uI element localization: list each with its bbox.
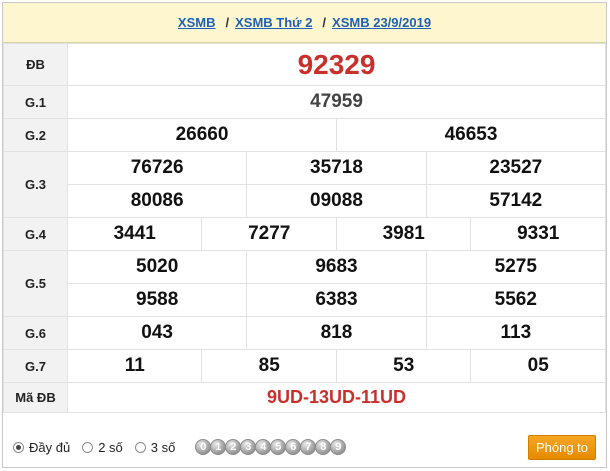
breadcrumb-separator: /	[322, 15, 327, 30]
prize-g5-value: 6383	[246, 283, 427, 317]
label-g2: G.2	[3, 118, 68, 152]
prize-g5-value: 5275	[425, 250, 607, 284]
row-g7: G.7 11 85 53 05	[3, 349, 606, 383]
digit-ball-6[interactable]: 6	[285, 439, 302, 455]
breadcrumb-xsmb[interactable]: XSMB	[178, 15, 216, 30]
radio-dot-icon	[13, 441, 24, 453]
prize-g4-value: 7277	[201, 217, 337, 251]
row-g2: G.2 26660 46653	[3, 118, 607, 152]
row-g3-b: 80086 09088 57142	[4, 184, 607, 218]
prize-g3-value: 57142	[425, 184, 607, 218]
prize-g3-value: 35718	[246, 151, 427, 185]
radio-label: 2 số	[98, 439, 123, 455]
prize-g3-value: 09088	[246, 184, 427, 218]
prize-g6-value: 043	[66, 316, 248, 350]
digit-ball-5[interactable]: 5	[270, 439, 287, 455]
digit-filter: 0 1 2 3 4 5 6 7 8 9	[195, 439, 347, 455]
prize-special-value: 92329	[67, 43, 606, 86]
prize-g7-value: 05	[470, 349, 606, 383]
radio-dot-icon	[82, 441, 94, 453]
digit-ball-4[interactable]: 4	[255, 439, 272, 455]
radio-label: Đầy đủ	[29, 439, 71, 455]
prize-g7-value: 53	[335, 349, 472, 383]
row-madb: Mã ĐB 9UD-13UD-11UD	[3, 382, 606, 413]
prize-g3-value: 80086	[66, 184, 248, 218]
label-g4: G.4	[3, 217, 68, 251]
prize-g7-value: 85	[201, 349, 337, 383]
label-g3: G.3	[3, 151, 68, 218]
display-options-bar: Đầy đủ 2 số 3 số 0 1 2 3 4 5 6 7 8 9 Phó…	[3, 427, 606, 467]
lottery-results-widget: XSMB / XSMB Thứ 2 / XSMB 23/9/2019 ĐB 92…	[2, 2, 607, 468]
label-madb: Mã ĐB	[3, 382, 68, 413]
radio-3-digits[interactable]: 3 số	[134, 439, 176, 455]
row-g5-a: G.5 5020 9683 5275	[3, 250, 607, 317]
radio-2-digits[interactable]: 2 số	[82, 440, 123, 455]
prize-g6-value: 113	[425, 316, 607, 350]
breadcrumb-xsmb-monday[interactable]: XSMB Thứ 2	[235, 15, 312, 30]
prize-g1-value: 47959	[67, 85, 606, 119]
row-g5-b: 9588 6383 5562	[4, 283, 607, 317]
special-code-value: 9UD-13UD-11UD	[67, 382, 606, 413]
prize-g2-value: 26660	[67, 118, 337, 152]
digit-ball-8[interactable]: 8	[315, 439, 332, 455]
label-g5: G.5	[3, 250, 68, 317]
prize-g5-value: 9588	[66, 283, 248, 317]
row-g3-a: G.3 76726 35718 23527	[3, 151, 607, 218]
radio-label: 3 số	[150, 439, 176, 455]
prize-g5-value: 5562	[425, 283, 607, 317]
prize-g4-value: 3441	[66, 217, 203, 251]
prize-g7-value: 11	[66, 349, 203, 383]
results-table: ĐB 92329 G.1 47959 G.2 26660 46653 G.3 7…	[3, 43, 607, 413]
prize-g3-value: 76726	[66, 151, 248, 185]
digit-ball-3[interactable]: 3	[240, 439, 257, 455]
radio-dot-icon	[134, 441, 146, 453]
digit-ball-1[interactable]: 1	[210, 439, 227, 455]
label-special: ĐB	[3, 43, 68, 86]
label-g1: G.1	[3, 85, 68, 119]
digit-ball-7[interactable]: 7	[300, 439, 317, 455]
prize-g3-value: 23527	[425, 151, 607, 185]
zoom-button[interactable]: Phóng to	[527, 434, 596, 460]
prize-g5-value: 5020	[66, 250, 248, 284]
prize-g2-value: 46653	[335, 118, 607, 152]
breadcrumb: XSMB / XSMB Thứ 2 / XSMB 23/9/2019	[3, 3, 606, 43]
label-g7: G.7	[3, 349, 68, 383]
row-g4: G.4 3441 7277 3981 9331	[3, 217, 606, 251]
label-g6: G.6	[3, 316, 68, 350]
row-g6: G.6 043 818 113	[3, 316, 607, 350]
row-g1: G.1 47959	[3, 85, 606, 119]
digit-ball-2[interactable]: 2	[225, 439, 242, 455]
prize-g4-value: 9331	[470, 217, 606, 251]
row-special: ĐB 92329	[3, 43, 606, 86]
prize-g4-value: 3981	[335, 217, 472, 251]
prize-g6-value: 818	[246, 316, 427, 350]
breadcrumb-xsmb-date[interactable]: XSMB 23/9/2019	[332, 15, 431, 30]
breadcrumb-separator: /	[225, 15, 230, 30]
digit-ball-0[interactable]: 0	[195, 439, 212, 455]
radio-full[interactable]: Đầy đủ	[13, 440, 70, 455]
prize-g5-value: 9683	[246, 250, 427, 284]
digit-ball-9[interactable]: 9	[330, 439, 347, 455]
